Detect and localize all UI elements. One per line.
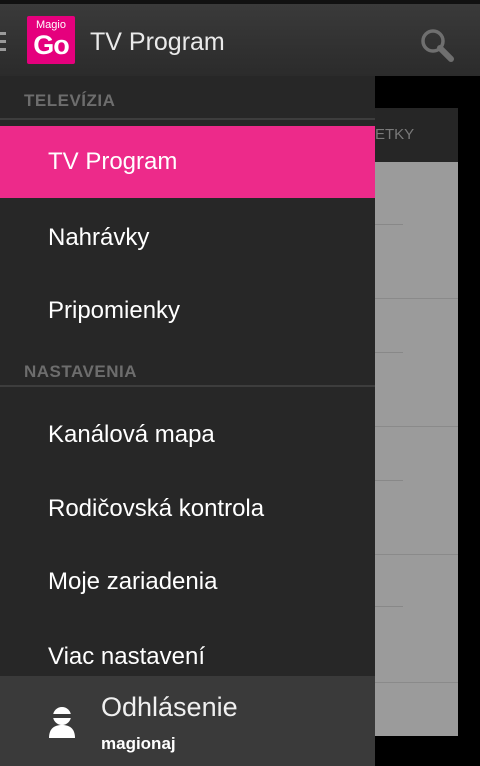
drawer-item-moje-zariadenia[interactable]: Moje zariadenia [0, 546, 375, 618]
list-divider [375, 606, 403, 607]
drawer-item-rodicovska-kontrola[interactable]: Rodičovská kontrola [0, 473, 375, 545]
username-label: magionaj [101, 734, 176, 753]
list-separator [375, 554, 458, 555]
background-list [375, 162, 458, 736]
navigation-drawer: TELEVÍZIA TV Program Nahrávky Pripomienk… [0, 76, 375, 766]
list-divider [375, 480, 403, 481]
background-content: ETKY [375, 76, 480, 766]
search-icon[interactable] [420, 28, 454, 62]
drawer-item-nahravky[interactable]: Nahrávky [0, 202, 375, 274]
drawer-toggle-icon[interactable] [0, 32, 6, 54]
drawer-item-tv-program[interactable]: TV Program [0, 126, 375, 198]
list-divider [375, 224, 403, 225]
drawer-item-kanalova-mapa[interactable]: Kanálová mapa [0, 399, 375, 471]
page-title: TV Program [90, 28, 225, 56]
action-bar: Magio Go TV Program [0, 0, 480, 76]
section-header-televizia: TELEVÍZIA [24, 91, 116, 110]
list-divider [375, 352, 403, 353]
section-header-nastavenia: NASTAVENIA [24, 362, 137, 381]
list-separator [375, 426, 458, 427]
logo-small-text: Magio [36, 19, 66, 31]
logout-label: Odhlásenie [101, 692, 238, 722]
section-divider [0, 385, 375, 387]
background-tab-header: ETKY [375, 108, 458, 162]
logout-button[interactable]: Odhlásenie magionaj [0, 676, 375, 766]
list-separator [375, 682, 458, 683]
list-separator [375, 298, 458, 299]
section-divider [0, 118, 375, 120]
drawer-item-pripomienky[interactable]: Pripomienky [0, 275, 375, 347]
logo-big-text: Go [33, 30, 70, 60]
user-icon [49, 707, 75, 738]
app-logo[interactable]: Magio Go [27, 16, 75, 64]
